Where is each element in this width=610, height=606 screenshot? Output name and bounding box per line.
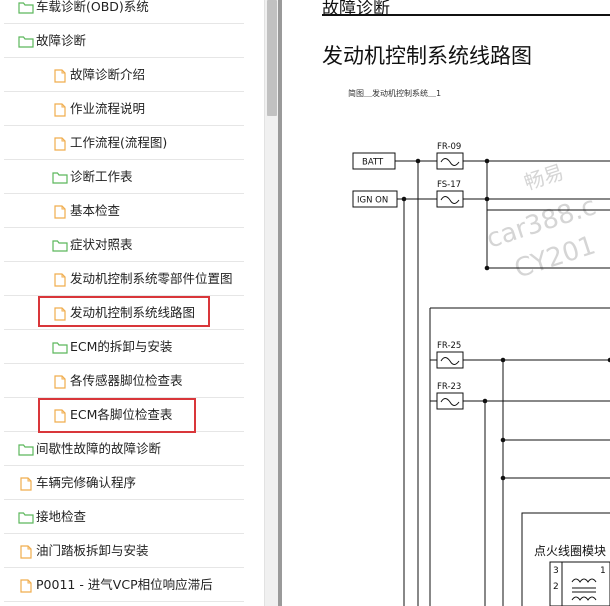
tree-item-label: 诊断工作表 bbox=[70, 169, 133, 184]
folder-icon bbox=[52, 238, 68, 252]
tree-item[interactable]: 间歇性故障的故障诊断 bbox=[4, 433, 244, 466]
tree-item[interactable]: 车载诊断(OBD)系统 bbox=[4, 0, 244, 24]
folder-icon bbox=[52, 170, 68, 184]
folder-icon bbox=[18, 0, 34, 14]
folder-icon bbox=[18, 510, 34, 524]
tree-item-label: P0011 - 进气VCP相位响应滞后 bbox=[36, 577, 213, 592]
page-icon bbox=[52, 204, 68, 219]
highlight-box-ecm-pin-check bbox=[38, 398, 196, 433]
ignition-coil-module-label: 点火线圈模块 bbox=[534, 544, 606, 558]
tree-item-label: ECM的拆卸与安装 bbox=[70, 339, 173, 354]
tree-item[interactable]: 基本检查 bbox=[4, 195, 244, 228]
highlight-box-wiring-diagram bbox=[38, 296, 210, 327]
tree-item-label: 车载诊断(OBD)系统 bbox=[36, 0, 149, 14]
tree-scrollbar-thumb[interactable] bbox=[267, 0, 277, 116]
fuse-fr-25 bbox=[436, 351, 464, 369]
fuse-fr-25-label: FR-25 bbox=[437, 341, 461, 351]
fuse-fr-23-label: FR-23 bbox=[437, 382, 461, 392]
tree-item-label: 各传感器脚位检查表 bbox=[70, 373, 183, 388]
page-icon bbox=[18, 544, 34, 559]
page-icon bbox=[18, 578, 34, 593]
coil-pin-3: 3 bbox=[553, 566, 559, 576]
tree-item[interactable]: 油门踏板拆卸与安装 bbox=[4, 535, 244, 568]
coil-pin-1: 1 bbox=[600, 566, 606, 576]
folder-icon bbox=[18, 34, 34, 48]
tree-scrollbar[interactable] bbox=[264, 0, 278, 606]
document-viewer: 故障诊断 发动机控制系统线路图 简图＿发动机控制系统＿1 畅易 car388.c… bbox=[282, 0, 610, 606]
tree-item-label: 故障诊断介绍 bbox=[70, 67, 146, 82]
tree-item-label: 车辆完修确认程序 bbox=[36, 475, 137, 490]
page-icon bbox=[52, 374, 68, 389]
ign-on-label: IGN ON bbox=[357, 196, 388, 206]
tree-item-label: 故障诊断 bbox=[36, 33, 87, 48]
fuse-fs-17-label: FS-17 bbox=[437, 180, 461, 190]
tree-item[interactable]: 工作流程(流程图) bbox=[4, 127, 244, 160]
wiring-diagram: 畅易 car388.c CY201 BATT IGN ON FR-09 FS-1… bbox=[352, 142, 610, 606]
fuse-fr-23 bbox=[436, 392, 464, 410]
tree-item[interactable]: 症状对照表 bbox=[4, 229, 244, 262]
tree-item[interactable]: 故障诊断介绍 bbox=[4, 59, 244, 92]
tree-item[interactable]: 各传感器脚位检查表 bbox=[4, 365, 244, 398]
folder-icon bbox=[52, 340, 68, 354]
tree-item-label: 油门踏板拆卸与安装 bbox=[36, 543, 149, 558]
tree-item-label: 症状对照表 bbox=[70, 237, 133, 252]
page-icon bbox=[18, 476, 34, 491]
tree-item-label: 发动机控制系统零部件位置图 bbox=[70, 271, 233, 286]
tree-item[interactable]: ECM的拆卸与安装 bbox=[4, 331, 244, 364]
coil-pin-2: 2 bbox=[553, 582, 559, 592]
page-icon bbox=[52, 136, 68, 151]
tree-item-label: 接地检查 bbox=[36, 509, 87, 524]
tree-item[interactable]: 车辆完修确认程序 bbox=[4, 467, 244, 500]
tree-item-label: 作业流程说明 bbox=[70, 101, 146, 116]
fuse-fr-09-label: FR-09 bbox=[437, 142, 461, 152]
fuse-fr-09 bbox=[436, 152, 464, 170]
tree-item[interactable]: 故障诊断 bbox=[4, 25, 244, 58]
tree-item[interactable]: P0011 - 进气VCP相位响应滞后 bbox=[4, 569, 244, 602]
page-icon bbox=[52, 68, 68, 83]
fuse-fs-17 bbox=[436, 190, 464, 208]
tree-item[interactable]: 发动机控制系统零部件位置图 bbox=[4, 263, 244, 296]
folder-icon bbox=[18, 442, 34, 456]
tree-item[interactable]: 接地检查 bbox=[4, 501, 244, 534]
tree-item-label: 工作流程(流程图) bbox=[70, 135, 168, 150]
batt-label: BATT bbox=[362, 158, 384, 168]
tree-item-label: 间歇性故障的故障诊断 bbox=[36, 441, 162, 456]
watermark-line-1: 畅易 bbox=[521, 160, 566, 195]
tree-item-label: 基本检查 bbox=[70, 203, 121, 218]
tree-item[interactable]: 作业流程说明 bbox=[4, 93, 244, 126]
tree-item[interactable]: 诊断工作表 bbox=[4, 161, 244, 194]
page-icon bbox=[52, 102, 68, 117]
page-icon bbox=[52, 272, 68, 287]
